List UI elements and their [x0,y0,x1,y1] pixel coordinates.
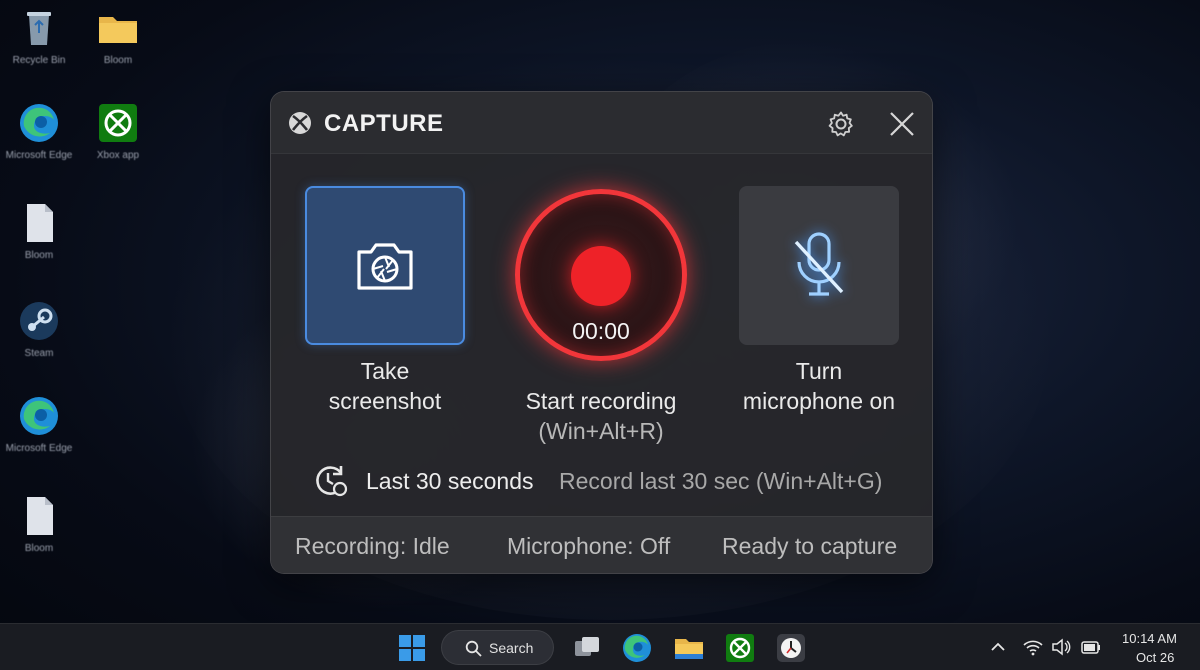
file-icon [16,200,62,246]
taskbar-xbox-button[interactable] [723,631,757,665]
desktop-icon-bloom-file[interactable]: Bloom [3,493,75,555]
recording-status: Recording: Idle [295,533,450,559]
file-icon [16,493,62,539]
settings-button[interactable] [827,110,855,138]
microphone-status: Microphone: Off [507,533,671,559]
gear-icon [828,111,853,137]
search-icon [465,640,482,657]
last-30-seconds-hint: Record last 30 sec (Win+Alt+G) [559,468,883,494]
desktop-icon-label: Recycle Bin [12,55,66,66]
record-dot-icon [571,246,631,306]
desktop-icon-label: Bloom [24,250,54,261]
folder-icon [95,5,141,51]
start-recording-label: Start recording (Win+Alt+R) [491,386,711,446]
desktop-icon-edge[interactable]: Microsoft Edge [3,100,75,162]
record-last-30-seconds-button[interactable]: Last 30 seconds Record last 30 sec (Win+… [313,462,913,498]
desktop-icon-label: Bloom [103,55,133,66]
taskbar: Search 10:14 AM Oct 26 [0,623,1200,670]
start-button[interactable] [395,631,429,665]
desktop-icon-label: Microsoft Edge [5,150,73,161]
capture-titlebar[interactable]: CAPTURE [271,92,932,154]
wifi-icon [1023,640,1043,656]
capture-title: CAPTURE [324,110,444,137]
microphone-toggle-button[interactable] [739,186,899,345]
xbox-icon [95,100,141,146]
desktop-icon-xbox-app[interactable]: Xbox app [82,100,154,162]
speaker-icon [1052,638,1071,656]
taskbar-file-explorer-button[interactable] [672,631,706,665]
desktop-icon-bloom-file[interactable]: Bloom [3,200,75,262]
file-explorer-icon [675,639,703,659]
capture-widget: CAPTURE Take screenshot 00:00 Start reco… [270,91,933,574]
recycle-bin-icon [16,5,62,51]
close-icon [890,112,914,136]
taskbar-search[interactable]: Search [441,630,554,665]
desktop-icon-label: Bloom [24,543,54,554]
xbox-logo-icon [288,111,312,135]
task-view-icon [575,637,599,656]
status-bar: Recording: Idle Microphone: Off Ready to… [271,516,932,573]
take-screenshot-label: Take screenshot [328,358,442,414]
battery-button[interactable] [1080,636,1102,658]
microphone-toggle-label: Turn microphone on [742,358,896,414]
microphone-off-icon [794,231,844,296]
show-hidden-icons-button[interactable] [987,636,1009,658]
desktop-icon-edge[interactable]: Microsoft Edge [3,393,75,455]
history-clock-icon [313,462,349,498]
taskbar-clock-app-button[interactable] [774,631,808,665]
volume-button[interactable] [1050,636,1072,658]
desktop-icon-steam[interactable]: Steam [3,298,75,360]
battery-icon [1081,641,1100,654]
recording-timer: 00:00 [572,318,630,344]
chevron-up-icon [991,642,1005,651]
search-label: Search [489,640,534,656]
capture-ready-status: Ready to capture [722,533,898,559]
taskbar-time[interactable]: 10:14 AM [1122,631,1192,646]
task-view-button[interactable] [570,631,604,665]
network-button[interactable] [1022,636,1044,658]
desktop-icon-label: Xbox app [96,150,140,161]
last-30-seconds-label: Last 30 seconds [366,468,534,494]
start-recording-button[interactable]: 00:00 [515,189,687,361]
xbox-icon [726,634,754,662]
desktop-icon-bloom-folder[interactable]: Bloom [82,5,154,67]
clock-app-icon [777,634,805,662]
steam-icon [16,298,62,344]
windows-logo-icon [399,635,425,661]
camera-icon [357,242,413,290]
edge-icon [16,393,62,439]
taskbar-edge-button[interactable] [620,631,654,665]
desktop-icon-label: Microsoft Edge [5,443,73,454]
close-button[interactable] [887,109,917,139]
desktop-icon-label: Steam [24,348,54,359]
recording-shortcut: (Win+Alt+R) [538,418,664,444]
edge-icon [623,634,651,662]
take-screenshot-button[interactable] [305,186,465,345]
taskbar-date[interactable]: Oct 26 [1136,650,1196,665]
desktop-icon-recycle-bin[interactable]: Recycle Bin [3,5,75,67]
edge-icon [16,100,62,146]
